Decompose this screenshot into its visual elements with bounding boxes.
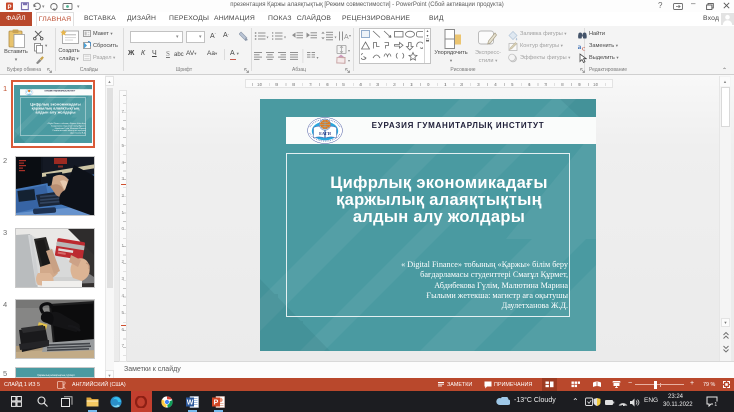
svg-text:▾: ▾ [349,33,351,38]
svg-text:1: 1 [714,402,717,407]
svg-text:▾: ▾ [42,4,45,10]
svg-text:▾: ▾ [348,58,350,63]
svg-text:▾: ▾ [317,55,319,60]
svg-text:▾: ▾ [348,48,350,53]
svg-text:▾: ▾ [267,35,269,40]
svg-text:c: c [582,44,586,53]
svg-text:▾: ▾ [284,35,286,40]
svg-text:P: P [214,399,219,406]
svg-text:ЕАГИ: ЕАГИ [319,131,331,136]
svg-text:W: W [187,399,194,406]
svg-text:a: a [578,42,582,51]
svg-text:▾: ▾ [335,35,337,40]
svg-text:▾: ▾ [77,4,80,10]
svg-text:P: P [7,4,11,10]
